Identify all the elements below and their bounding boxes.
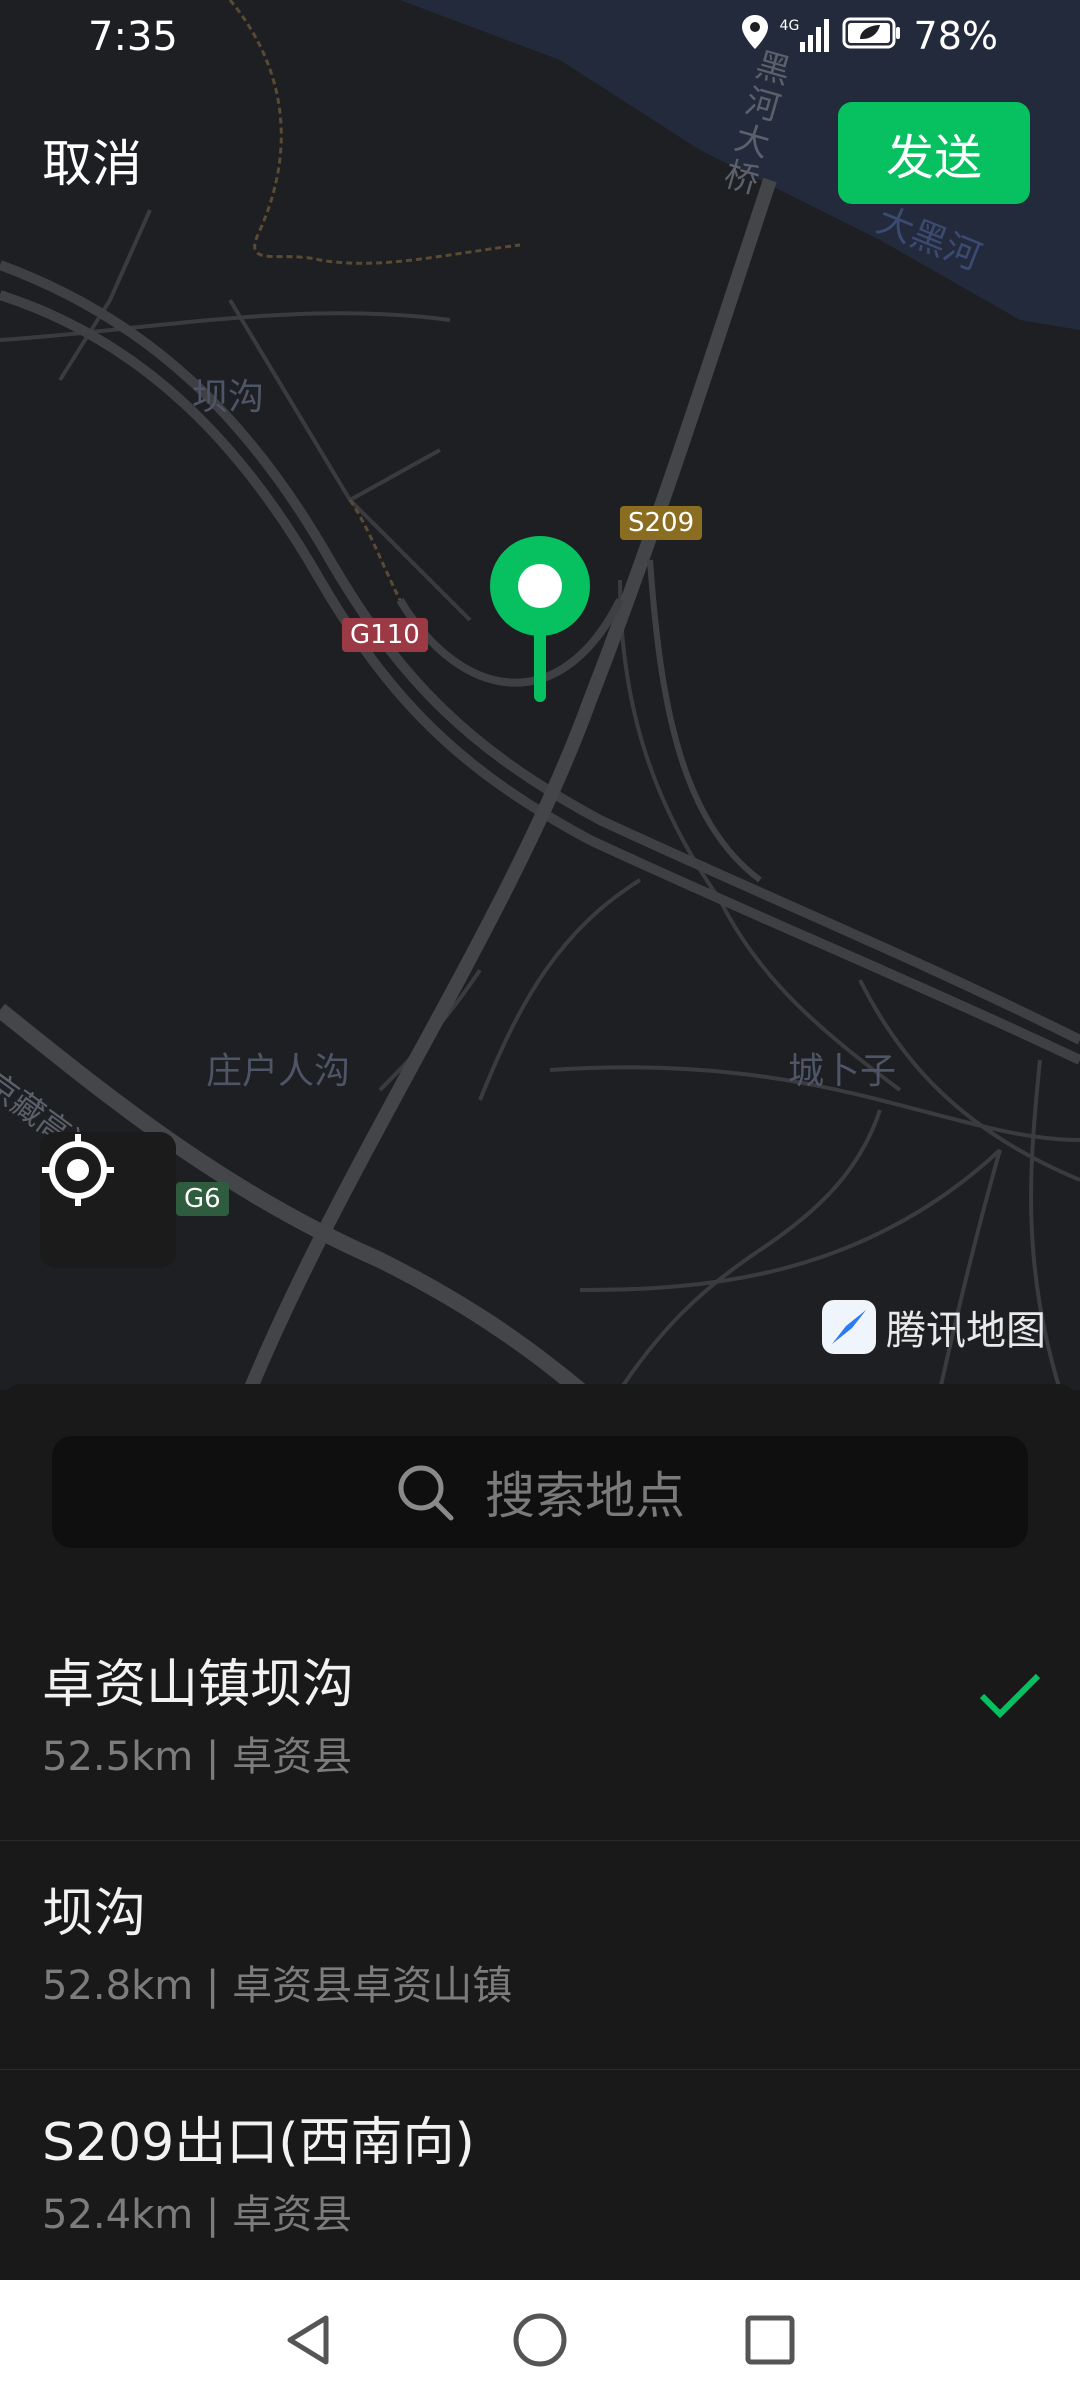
map-brand: 腾讯地图 xyxy=(822,1298,1046,1356)
status-bar: 7:35 4G 78% xyxy=(0,0,1080,80)
map-label-place: 庄户人沟 xyxy=(206,1051,351,1092)
battery-level: 78% xyxy=(913,14,998,58)
road-shield-g6: G6 xyxy=(176,1182,229,1216)
minor-road xyxy=(579,1148,1002,1292)
search-input[interactable]: 搜索地点 xyxy=(52,1436,1028,1548)
locate-me-button[interactable] xyxy=(40,1132,176,1268)
list-item[interactable]: S209出口(西南向) 52.4km | 卓资县 xyxy=(0,2070,1080,2298)
item-subtitle: 52.4km | 卓资县 xyxy=(42,2192,353,2238)
status-time: 7:35 xyxy=(88,14,178,60)
item-title: 坝沟 xyxy=(42,1884,147,1944)
item-title: 卓资山镇坝沟 xyxy=(42,1655,355,1715)
list-item[interactable]: 卓资山镇坝沟 52.5km | 卓资县 xyxy=(0,1612,1080,1841)
results-list: 卓资山镇坝沟 52.5km | 卓资县 坝沟 52.8km | 卓资县卓资山镇 … xyxy=(0,1612,1080,2298)
item-subtitle: 52.5km | 卓资县 xyxy=(42,1734,353,1780)
road-loop xyxy=(647,559,762,883)
search-placeholder: 搜索地点 xyxy=(485,1467,685,1525)
crosshair-icon xyxy=(42,1134,114,1206)
list-item[interactable]: 坝沟 52.8km | 卓资县卓资山镇 xyxy=(0,1841,1080,2070)
item-title: S209出口(西南向) xyxy=(42,2113,475,2173)
brand-name: 腾讯地图 xyxy=(886,1308,1046,1354)
location-icon xyxy=(741,14,768,58)
signal-icon: 4G xyxy=(780,18,830,54)
map-label-place: 城卜子 xyxy=(788,1051,897,1092)
minor-road xyxy=(349,448,441,502)
back-icon[interactable] xyxy=(280,2310,340,2370)
recents-icon[interactable] xyxy=(740,2310,800,2370)
road-shield-s209: S209 xyxy=(620,506,703,540)
search-icon xyxy=(398,1465,454,1521)
send-button[interactable]: 发送 xyxy=(838,102,1030,204)
location-results-sheet: 搜索地点 卓资山镇坝沟 52.5km | 卓资县 坝沟 52.8km | 卓资县… xyxy=(0,1384,1080,2280)
cancel-button[interactable]: 取消 xyxy=(42,124,142,196)
status-icons: 4G 78% xyxy=(741,14,998,58)
system-nav-bar xyxy=(0,2280,1080,2400)
map-label-place: 坝沟 xyxy=(192,377,265,418)
map-view[interactable]: 坝沟 庄户人沟 城卜子 黑河大桥 大黑河 京藏高速 S209 G110 G6 腾… xyxy=(0,0,1080,1390)
checkmark-icon xyxy=(979,1673,1041,1719)
network-type: 4G xyxy=(779,18,800,34)
item-subtitle: 52.8km | 卓资县卓资山镇 xyxy=(42,1963,513,2009)
road-shield-g110: G110 xyxy=(342,618,428,652)
battery-icon xyxy=(842,14,902,58)
location-pin-icon xyxy=(488,536,592,704)
trail xyxy=(348,499,402,601)
location-picker-screen: 坝沟 庄户人沟 城卜子 黑河大桥 大黑河 京藏高速 S209 G110 G6 腾… xyxy=(0,0,1080,2400)
home-icon[interactable] xyxy=(510,2310,570,2370)
tencent-map-logo-icon xyxy=(822,1300,876,1354)
